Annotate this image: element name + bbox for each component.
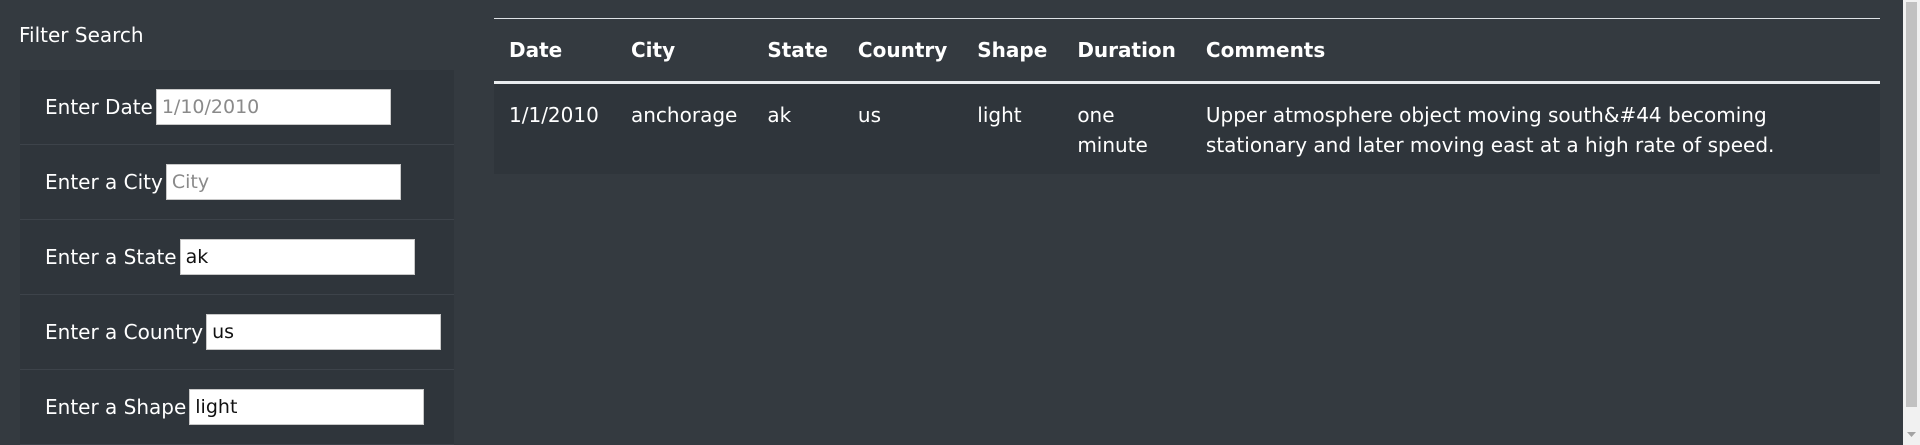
cell-date: 1/1/2010 [494, 82, 616, 174]
state-label: Enter a State [45, 245, 177, 269]
country-input[interactable] [206, 314, 442, 350]
filter-item-state: Enter a State [20, 220, 454, 295]
ufo-table: Date City State Country Shape Duration C… [494, 18, 1880, 174]
header-state: State [752, 18, 843, 84]
country-label: Enter a Country [45, 320, 204, 344]
filter-item-shape: Enter a Shape [20, 370, 454, 445]
filter-item-date: Enter Date [20, 70, 454, 145]
header-comments: Comments [1190, 18, 1880, 84]
city-input[interactable] [165, 164, 401, 200]
scroll-down-arrow-icon[interactable] [1903, 426, 1920, 443]
city-label: Enter a City [45, 170, 163, 194]
table-header: Date City State Country Shape Duration C… [494, 18, 1880, 84]
header-city: City [616, 18, 753, 84]
date-input[interactable] [155, 89, 391, 125]
header-shape: Shape [962, 18, 1063, 84]
shape-label: Enter a Shape [45, 395, 187, 419]
table-body: 1/1/2010 anchorage ak us light one minut… [494, 82, 1880, 174]
filter-item-country: Enter a Country [20, 295, 454, 370]
header-country: Country [842, 18, 963, 84]
cell-country: us [842, 82, 963, 174]
state-input[interactable] [179, 239, 415, 275]
vertical-scrollbar[interactable] [1903, 0, 1920, 445]
cell-state: ak [752, 82, 843, 174]
cell-comments: Upper atmosphere object moving south&#44… [1190, 82, 1880, 174]
scrollbar-thumb[interactable] [1906, 2, 1917, 407]
header-duration: Duration [1062, 18, 1191, 84]
header-date: Date [494, 18, 616, 84]
cell-shape: light [962, 82, 1063, 174]
cell-city: anchorage [616, 82, 753, 174]
table-row: 1/1/2010 anchorage ak us light one minut… [494, 82, 1880, 174]
filter-title: Filter Search [19, 23, 144, 47]
filter-list: Enter Date Enter a City Enter a State En… [20, 70, 454, 445]
filter-item-city: Enter a City [20, 145, 454, 220]
shape-input[interactable] [189, 389, 425, 425]
header-row: Date City State Country Shape Duration C… [494, 18, 1880, 84]
page: Filter Search Enter Date Enter a City En… [0, 0, 1920, 445]
cell-duration: one minute [1062, 82, 1191, 174]
date-label: Enter Date [45, 95, 153, 119]
